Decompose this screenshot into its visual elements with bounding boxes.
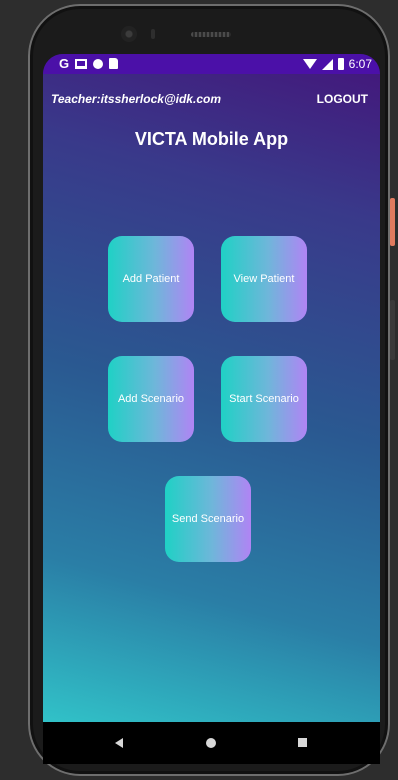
circle-icon bbox=[93, 58, 104, 69]
status-system-icons: 6:07 bbox=[302, 57, 372, 71]
front-camera-icon bbox=[121, 26, 137, 42]
start-scenario-button[interactable]: Start Scenario bbox=[221, 356, 307, 442]
earpiece-speaker bbox=[191, 32, 231, 37]
power-button[interactable] bbox=[390, 198, 395, 246]
g-icon: G bbox=[59, 56, 70, 71]
sensor-icon bbox=[151, 29, 155, 39]
status-bar: G 6:07 bbox=[43, 54, 380, 74]
emulator-stage: G 6:07 Teacher:itssherlock@idk.com LOGOU… bbox=[0, 0, 398, 780]
volume-button[interactable] bbox=[390, 300, 395, 360]
sd-card-icon bbox=[109, 58, 119, 69]
teacher-label: Teacher:itssherlock@idk.com bbox=[51, 92, 221, 106]
add-patient-button[interactable]: Add Patient bbox=[108, 236, 194, 322]
signal-icon bbox=[321, 58, 333, 70]
add-scenario-button[interactable]: Add Scenario bbox=[108, 356, 194, 442]
battery-icon bbox=[337, 58, 344, 70]
recents-icon[interactable] bbox=[298, 738, 307, 747]
wifi-icon bbox=[302, 59, 317, 69]
app-screen: G 6:07 Teacher:itssherlock@idk.com LOGOU… bbox=[43, 54, 380, 722]
logout-button[interactable]: LOGOUT bbox=[317, 92, 368, 106]
back-icon[interactable] bbox=[115, 738, 123, 748]
page-title: VICTA Mobile App bbox=[134, 129, 289, 149]
home-icon[interactable] bbox=[206, 738, 216, 748]
send-scenario-button[interactable]: Send Scenario bbox=[165, 476, 251, 562]
status-time: 6:07 bbox=[348, 57, 372, 71]
navigation-bar bbox=[43, 722, 380, 764]
view-patient-button[interactable]: View Patient bbox=[221, 236, 307, 322]
gmail-icon bbox=[75, 58, 88, 69]
status-notifications: G bbox=[59, 56, 119, 71]
